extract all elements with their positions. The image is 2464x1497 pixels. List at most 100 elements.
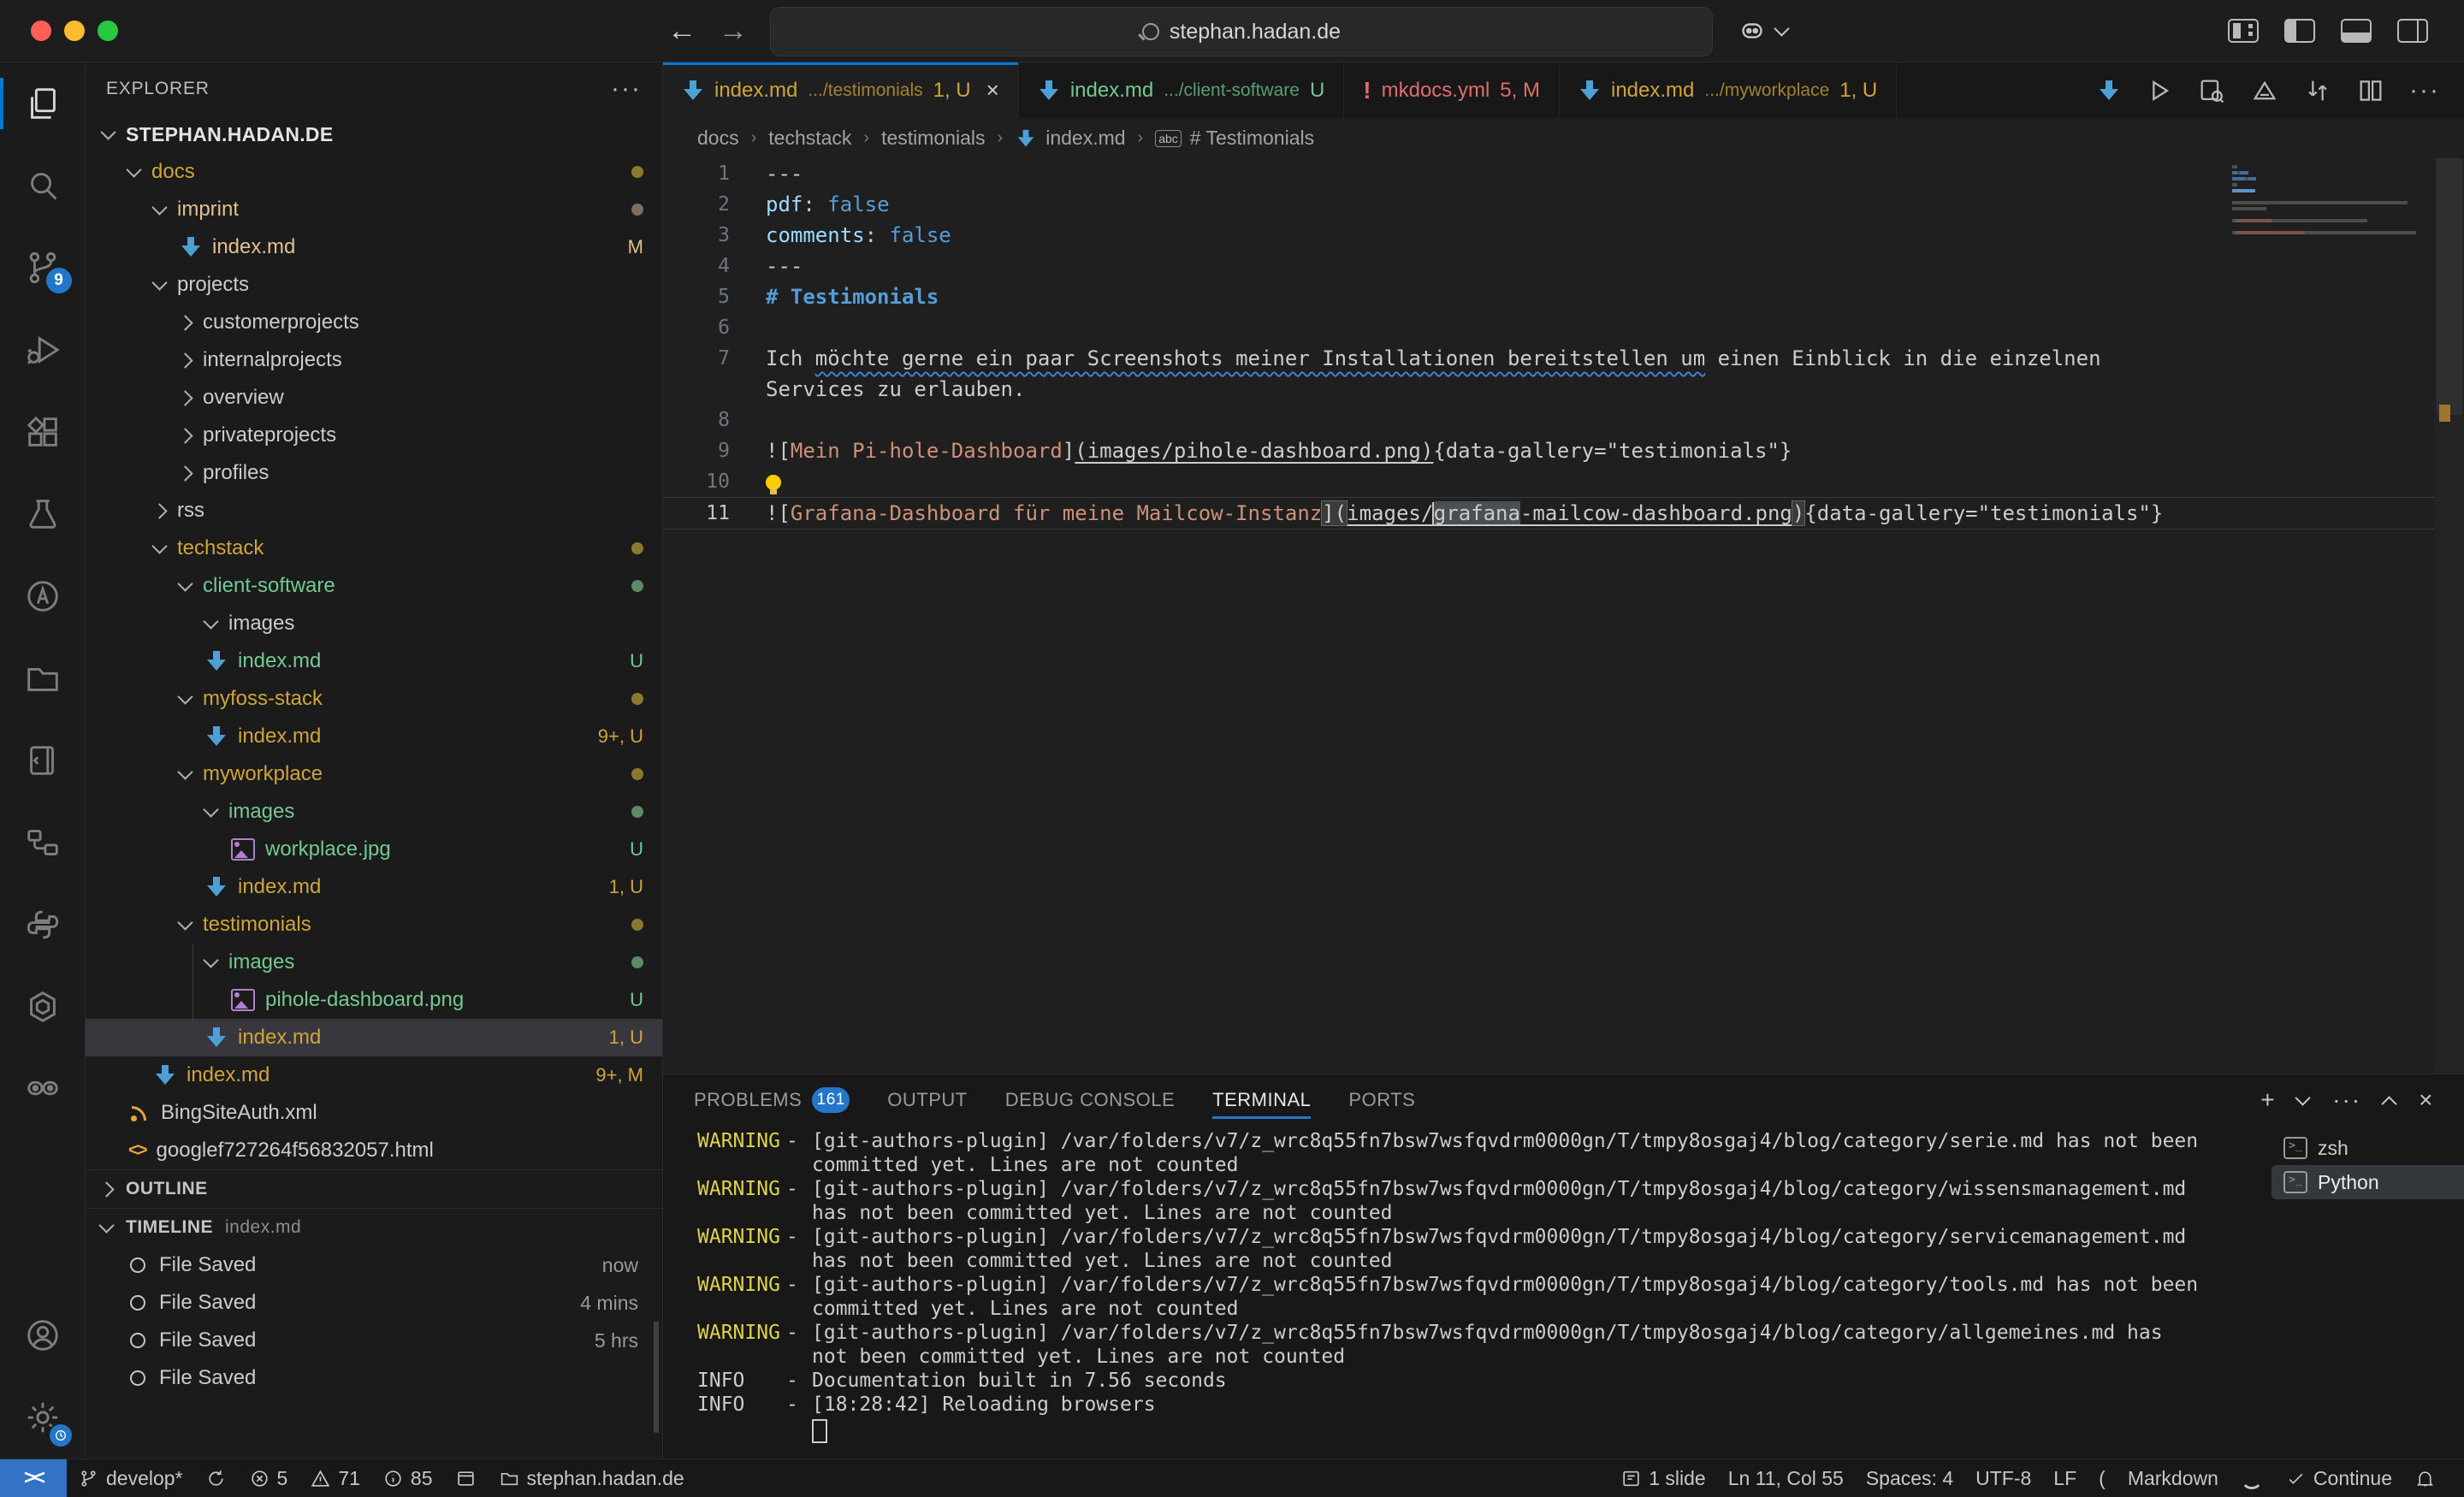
- explorer-more-actions-icon[interactable]: ···: [611, 74, 642, 104]
- status-item[interactable]: stephan.hadan.de: [488, 1467, 696, 1490]
- editor-tab[interactable]: index.md .../client-software U: [1019, 62, 1344, 118]
- back-button[interactable]: ←: [667, 15, 696, 48]
- activity-explorer[interactable]: [0, 62, 86, 145]
- panel-tab[interactable]: OUTPUT: [887, 1074, 967, 1126]
- activity-python[interactable]: [0, 884, 86, 966]
- lightbulb-icon[interactable]: [766, 475, 781, 490]
- command-center-search[interactable]: stephan.hadan.de: [770, 7, 1713, 56]
- tree-item[interactable]: testimonials: [86, 906, 662, 944]
- code-editor[interactable]: 1 --- 2 pdf: false 3 comments: false 4 -…: [663, 158, 2464, 1074]
- breadcrumb-item[interactable]: abc# Testimonials: [1155, 127, 1314, 150]
- customize-layout-button[interactable]: [2228, 19, 2259, 43]
- scrollbar-slider[interactable]: [2437, 158, 2462, 415]
- tree-item[interactable]: pihole-dashboard.png U: [86, 981, 662, 1019]
- close-tab-icon[interactable]: ×: [986, 77, 999, 104]
- copilot-menu[interactable]: [1737, 15, 1789, 46]
- zoom-window-button[interactable]: [98, 21, 118, 41]
- activity-docs-extension[interactable]: [0, 719, 86, 802]
- activity-a-extension[interactable]: [0, 555, 86, 637]
- compare-changes-button[interactable]: [2303, 76, 2332, 105]
- toggle-panel-button[interactable]: [2341, 19, 2372, 43]
- activity-people-extension[interactable]: [0, 1048, 86, 1130]
- tree-item[interactable]: customerprojects: [86, 304, 662, 341]
- remote-indicator[interactable]: ><: [0, 1459, 67, 1497]
- status-item[interactable]: Spaces: 4: [1855, 1467, 1964, 1490]
- tree-item[interactable]: images: [86, 793, 662, 831]
- breadcrumb-item[interactable]: techstack: [768, 127, 851, 150]
- timeline-item[interactable]: File Saved: [86, 1359, 662, 1397]
- tree-item[interactable]: imprint: [86, 191, 662, 228]
- activity-extensions[interactable]: [0, 391, 86, 473]
- editor-tab[interactable]: index.md .../myworkplace 1, U: [1560, 62, 1897, 118]
- tree-item[interactable]: <> googlef727264f56832057.html: [86, 1132, 662, 1169]
- toggle-secondary-sidebar-button[interactable]: [2397, 19, 2428, 43]
- activity-run-debug[interactable]: [0, 309, 86, 391]
- terminal-output[interactable]: WARNING-[git-authors-plugin] /var/folder…: [663, 1126, 2272, 1459]
- tree-item[interactable]: index.md 9+, U: [86, 718, 662, 755]
- breadcrumb-item[interactable]: docs: [697, 127, 739, 150]
- tree-item[interactable]: index.md 9+, M: [86, 1056, 662, 1094]
- tree-item[interactable]: workplace.jpg U: [86, 831, 662, 868]
- terminal-dropdown-icon[interactable]: [2295, 1090, 2310, 1105]
- account-button[interactable]: [0, 1294, 86, 1376]
- tree-item[interactable]: BingSiteAuth.xml: [86, 1094, 662, 1132]
- editor-tab[interactable]: index.md .../testimonials 1, U ×: [663, 62, 1019, 118]
- activity-source-control[interactable]: 9: [0, 227, 86, 309]
- tree-item[interactable]: index.md 1, U: [86, 1019, 662, 1056]
- timeline-scrollbar[interactable]: [654, 1322, 659, 1433]
- minimap[interactable]: [2232, 165, 2425, 237]
- editor-scrollbar[interactable]: [2435, 158, 2464, 1074]
- status-item[interactable]: Ln 11, Col 55: [1717, 1467, 1855, 1490]
- tree-item[interactable]: docs: [86, 153, 662, 191]
- tree-item[interactable]: profiles: [86, 454, 662, 492]
- status-item[interactable]: 1 slide: [1609, 1467, 1716, 1490]
- tree-item[interactable]: images: [86, 944, 662, 981]
- more-actions-icon[interactable]: ···: [2409, 76, 2440, 105]
- panel-more-actions-icon[interactable]: ···: [2332, 1086, 2361, 1114]
- panel-tab[interactable]: PORTS: [1348, 1074, 1415, 1126]
- status-item[interactable]: [2230, 1467, 2274, 1489]
- timeline-item[interactable]: File Saved now: [86, 1246, 662, 1284]
- status-item[interactable]: Continue: [2274, 1467, 2403, 1490]
- outline-section-header[interactable]: OUTLINE: [86, 1170, 662, 1208]
- close-panel-icon[interactable]: ×: [2419, 1086, 2433, 1114]
- terminal-instance[interactable]: >_ Python: [2272, 1165, 2464, 1199]
- timeline-item[interactable]: File Saved 5 hrs: [86, 1322, 662, 1359]
- timeline-item[interactable]: File Saved 4 mins: [86, 1284, 662, 1322]
- settings-button[interactable]: [0, 1376, 86, 1459]
- breadcrumb-item[interactable]: testimonials: [881, 127, 985, 150]
- status-item[interactable]: 85: [371, 1467, 444, 1490]
- status-item[interactable]: [194, 1468, 238, 1489]
- markdown-icon[interactable]: [2098, 80, 2120, 102]
- tree-root[interactable]: STEPHAN.HADAN.DE: [86, 115, 662, 153]
- activity-testing[interactable]: [0, 473, 86, 555]
- markdownlint-button[interactable]: [2250, 76, 2279, 105]
- activity-hex-extension[interactable]: [0, 966, 86, 1048]
- close-window-button[interactable]: [31, 21, 51, 41]
- tree-item[interactable]: rss: [86, 492, 662, 530]
- breadcrumb-item[interactable]: index.md: [1015, 127, 1125, 150]
- terminal-instance[interactable]: >_ zsh: [2272, 1131, 2464, 1165]
- tree-item[interactable]: privateprojects: [86, 417, 662, 454]
- panel-tab[interactable]: PROBLEMS 161: [694, 1074, 850, 1126]
- tree-item[interactable]: index.md 1, U: [86, 868, 662, 906]
- activity-remote-nodes[interactable]: [0, 802, 86, 884]
- status-item[interactable]: LF: [2042, 1467, 2088, 1490]
- tree-item[interactable]: projects: [86, 266, 662, 304]
- status-item[interactable]: develop*: [67, 1467, 194, 1490]
- tree-item[interactable]: overview: [86, 379, 662, 417]
- status-item[interactable]: [444, 1468, 488, 1489]
- panel-tab[interactable]: DEBUG CONSOLE: [1005, 1074, 1175, 1126]
- status-item[interactable]: Markdown: [2117, 1467, 2230, 1490]
- tree-item[interactable]: index.md U: [86, 642, 662, 680]
- split-editor-button[interactable]: [2356, 76, 2385, 105]
- tree-item[interactable]: index.md M: [86, 228, 662, 266]
- forward-button[interactable]: →: [719, 15, 748, 48]
- tree-item[interactable]: myfoss-stack: [86, 680, 662, 718]
- panel-tab[interactable]: TERMINAL: [1212, 1074, 1311, 1126]
- status-item[interactable]: [2403, 1468, 2447, 1489]
- status-item[interactable]: 5: [238, 1467, 299, 1490]
- tree-item[interactable]: client-software: [86, 567, 662, 605]
- minimize-window-button[interactable]: [64, 21, 85, 41]
- status-item[interactable]: (: [2088, 1467, 2117, 1490]
